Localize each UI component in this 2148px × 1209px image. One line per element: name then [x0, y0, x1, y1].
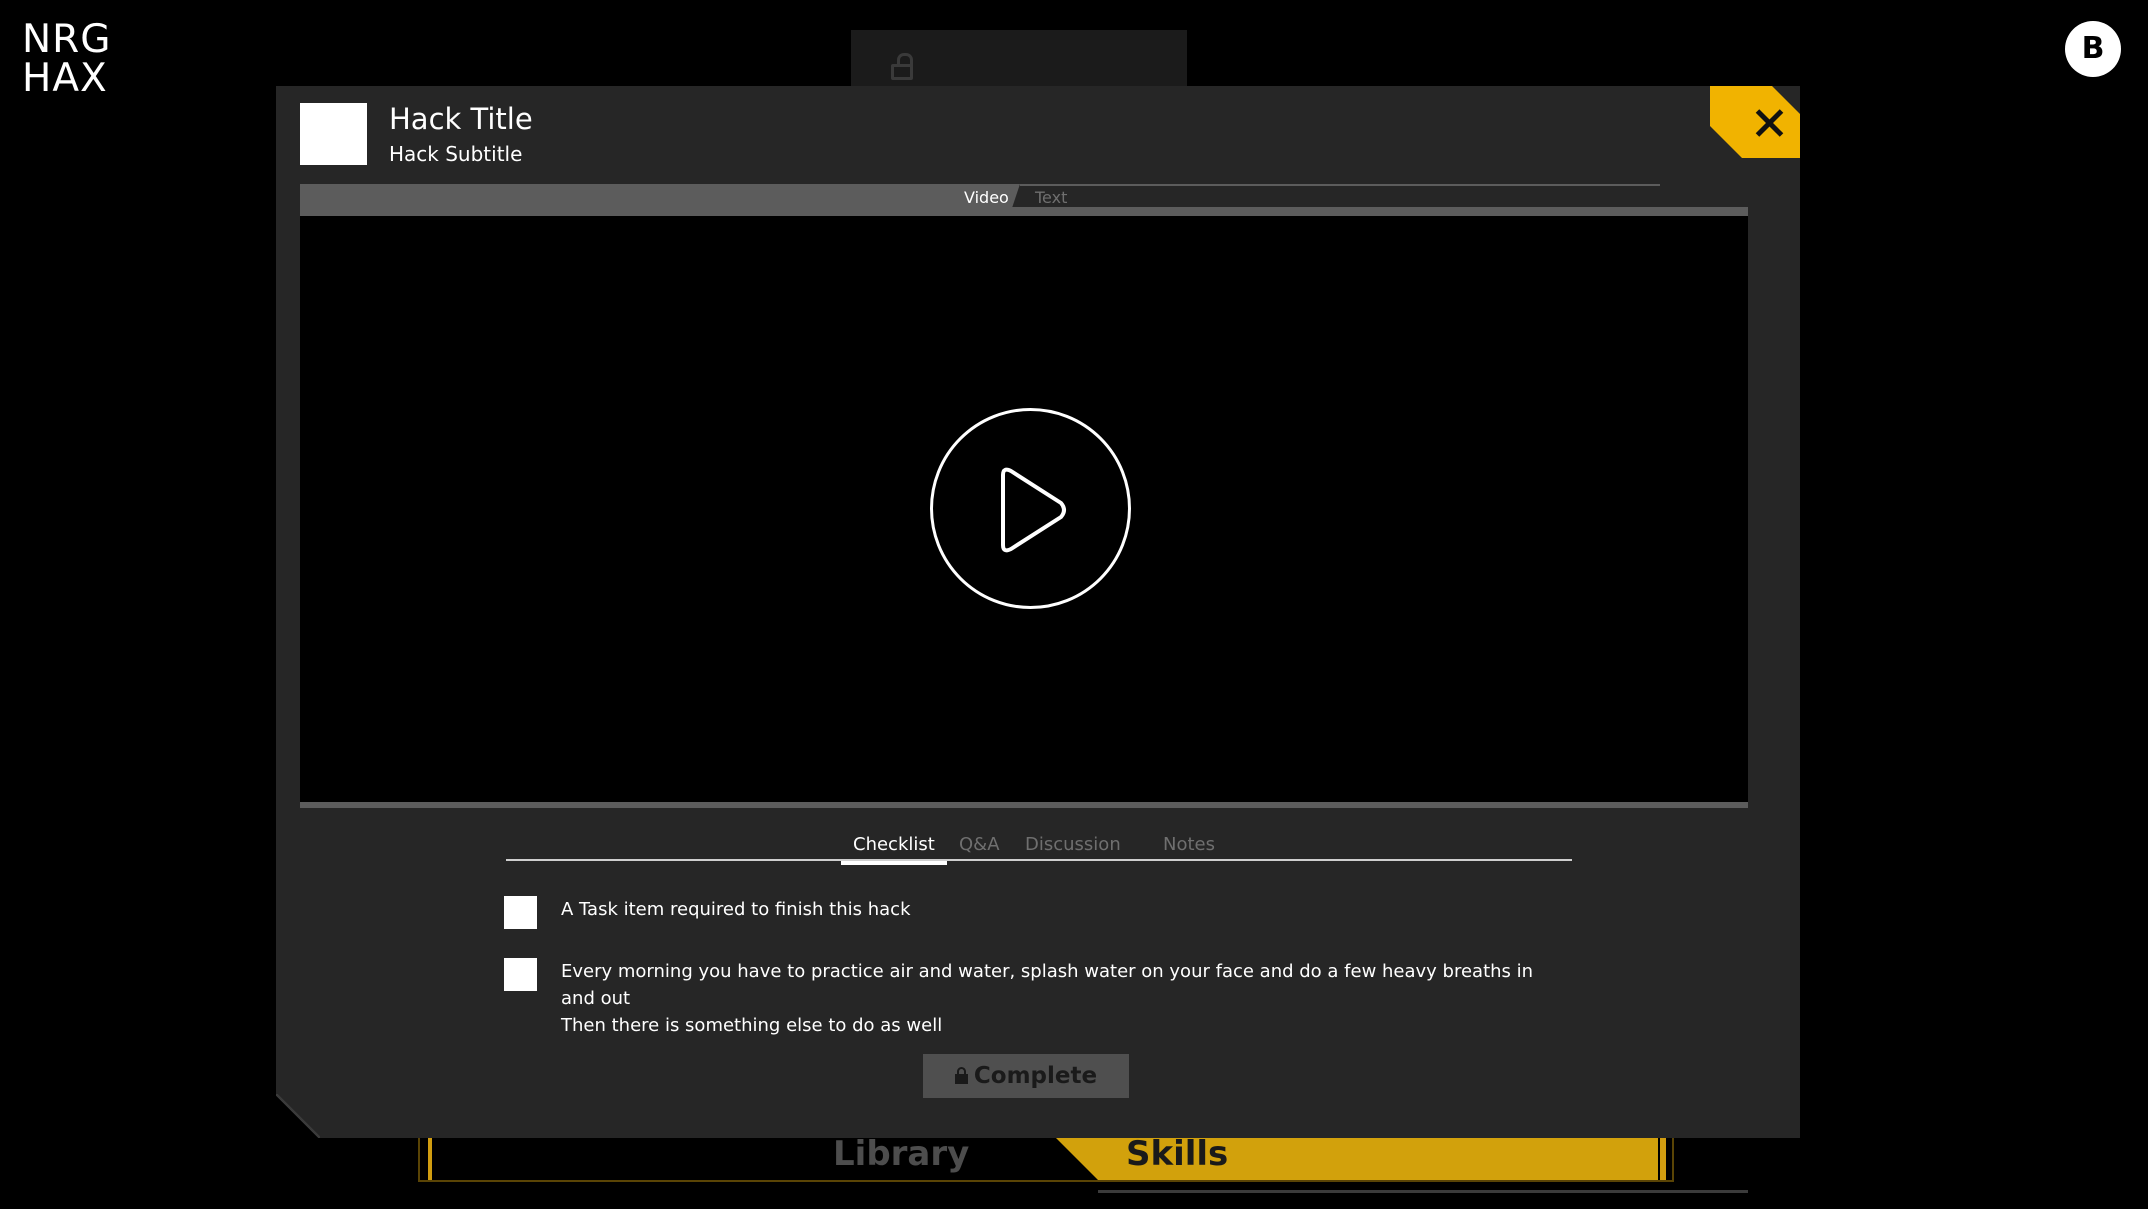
- tab-discussion[interactable]: Discussion: [1025, 834, 1121, 855]
- content-tabs-rule: [506, 859, 1572, 861]
- checklist-checkbox[interactable]: [504, 958, 537, 991]
- lock-icon: [954, 1067, 968, 1084]
- video-player: [300, 207, 1748, 808]
- close-button[interactable]: [1710, 86, 1800, 158]
- hack-thumbnail: [300, 103, 367, 165]
- tab-notes[interactable]: Notes: [1163, 834, 1215, 855]
- tab-text[interactable]: Text: [1035, 188, 1067, 207]
- app-stage: Library Skills NRG HAX B Hack Title Hack…: [0, 0, 2148, 1209]
- complete-label: Complete: [973, 1063, 1098, 1089]
- video-area[interactable]: [300, 216, 1748, 802]
- media-tab-bar-rule: [1020, 184, 1660, 186]
- complete-button[interactable]: Complete: [923, 1054, 1129, 1098]
- hack-modal: Hack Title Hack Subtitle Video Text Chec…: [276, 86, 1800, 1138]
- tab-library[interactable]: Library: [833, 1134, 969, 1174]
- checklist-checkbox[interactable]: [504, 896, 537, 929]
- logo-line-1: NRG: [22, 17, 112, 62]
- checklist-item-text: Every morning you have to practice air a…: [561, 961, 1534, 1036]
- content-tabs: Checklist Q&A Discussion Notes: [506, 828, 1572, 865]
- tab-skills[interactable]: Skills: [1126, 1134, 1228, 1174]
- modal-corner-decoration: [276, 1094, 320, 1138]
- app-logo[interactable]: NRG HAX: [22, 20, 112, 98]
- tab-checklist[interactable]: Checklist: [841, 834, 947, 865]
- background-card: [851, 30, 1187, 86]
- play-button[interactable]: [930, 408, 1131, 609]
- hack-subtitle: Hack Subtitle: [389, 142, 523, 166]
- bottom-nav-underline: [1098, 1190, 1748, 1193]
- tab-video[interactable]: Video: [964, 188, 1009, 207]
- lock-icon: [891, 53, 913, 80]
- avatar[interactable]: B: [2065, 21, 2121, 77]
- tab-qa[interactable]: Q&A: [959, 834, 1000, 855]
- play-icon: [1001, 467, 1066, 553]
- hack-title: Hack Title: [389, 102, 533, 136]
- checklist-item-text: A Task item required to finish this hack: [561, 899, 911, 920]
- close-icon: [1755, 108, 1785, 138]
- logo-line-2: HAX: [22, 56, 108, 101]
